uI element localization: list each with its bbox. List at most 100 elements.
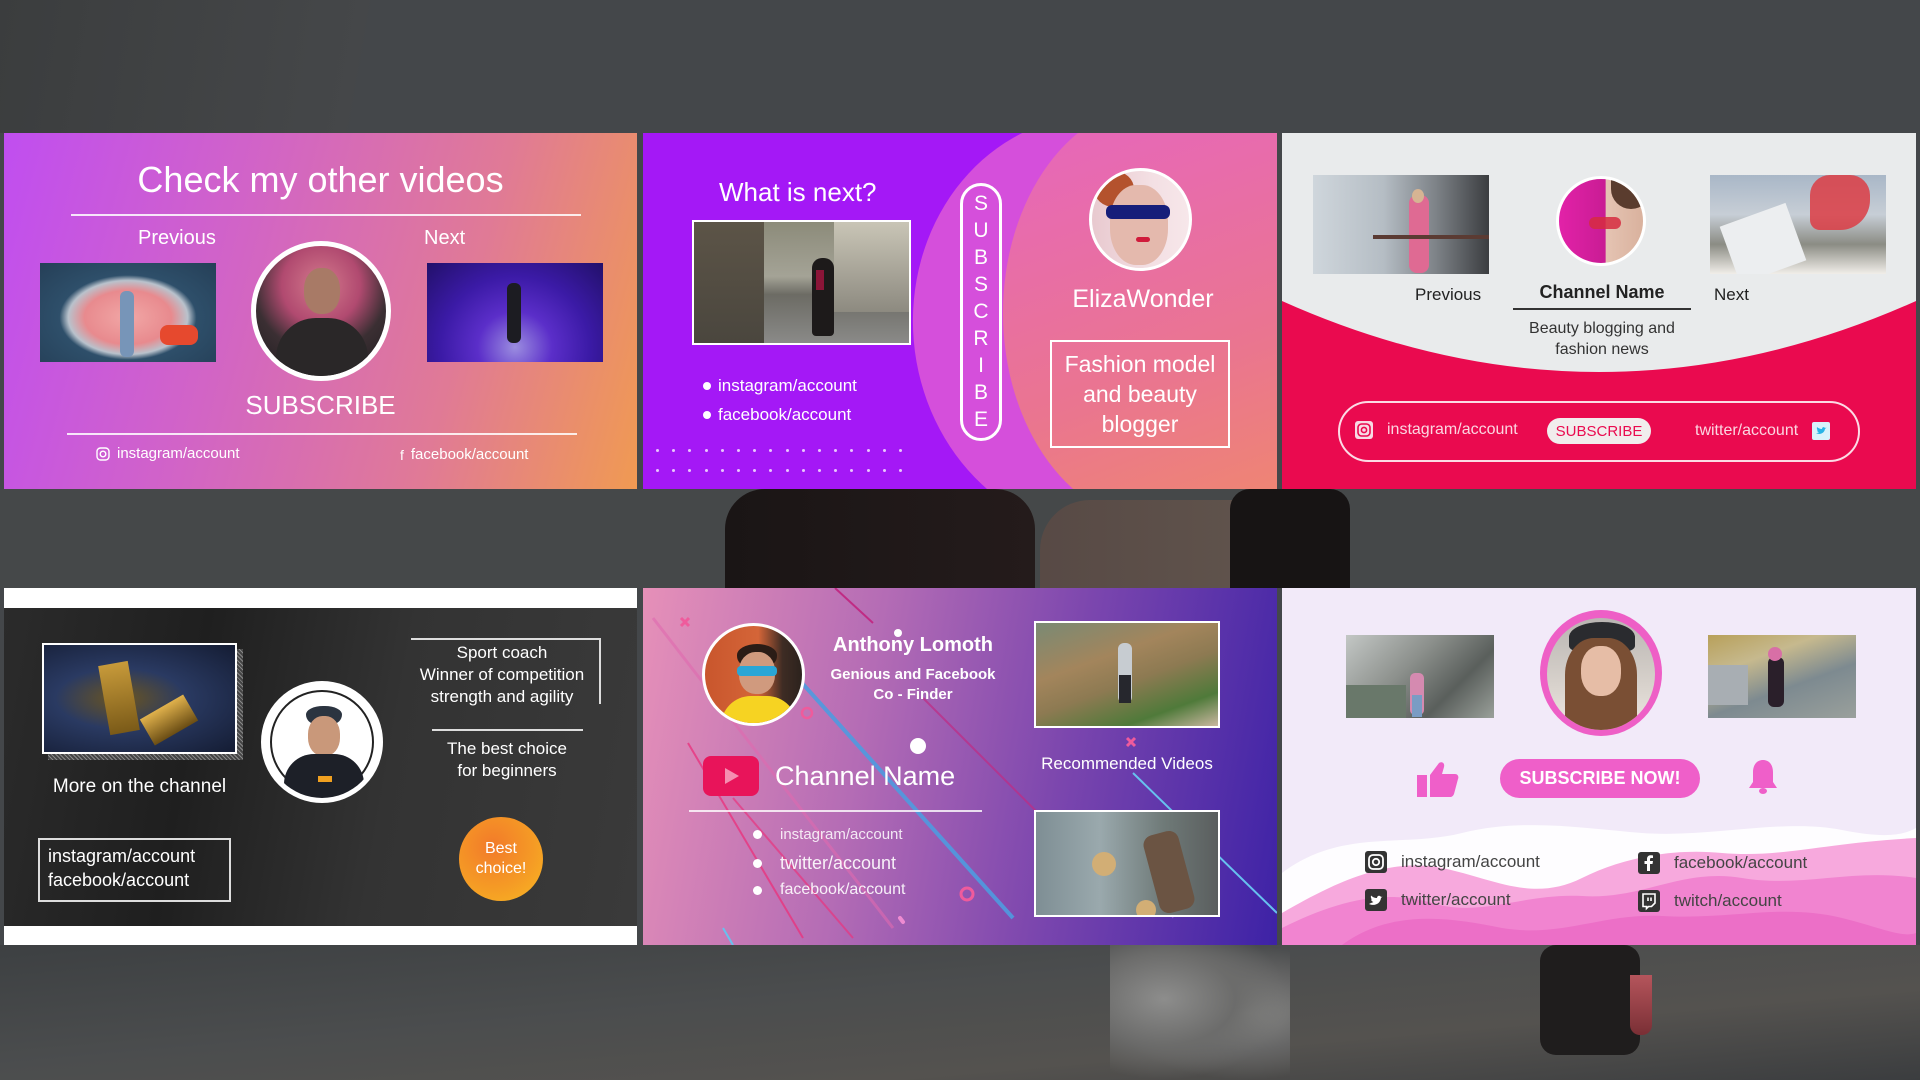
bottom-divider	[67, 433, 577, 435]
next-video-thumbnail[interactable]	[1710, 175, 1886, 274]
subscribe-button[interactable]: SUBSCRIBE	[4, 390, 637, 421]
facebook-icon	[1638, 852, 1660, 874]
link-facebook[interactable]: facebook/account	[703, 405, 851, 425]
decorative-dot	[850, 449, 854, 452]
previous-video-thumbnail[interactable]	[40, 263, 216, 362]
creator-name: ElizaWonder	[1072, 285, 1214, 313]
facebook-link[interactable]: facebook/account	[1638, 852, 1807, 874]
decorative-dot	[753, 469, 757, 472]
channel-avatar[interactable]	[1556, 176, 1646, 266]
instagram-icon	[1355, 421, 1373, 439]
endscreen-template-2[interactable]: What is next? instagram/account facebook…	[643, 133, 1277, 489]
decorative-dot	[688, 449, 692, 452]
next-video-thumbnail[interactable]	[427, 263, 603, 362]
title-divider	[71, 214, 581, 216]
decorative-dot	[834, 449, 838, 452]
decorative-dot	[769, 469, 773, 472]
decorative-dot	[785, 469, 789, 472]
background-shade	[0, 0, 500, 133]
subscribe-now-button[interactable]: SUBSCRIBE NOW!	[1500, 759, 1700, 798]
background-person-dark	[725, 489, 1035, 588]
decorative-dot	[899, 449, 902, 452]
previous-video-thumbnail[interactable]	[1346, 635, 1494, 718]
endscreen-template-1[interactable]: Check my other videos Previous Next SUBS…	[4, 133, 637, 489]
next-label[interactable]: Next	[1714, 285, 1749, 305]
decorative-dot	[801, 469, 805, 472]
recommended-video-1[interactable]	[1034, 621, 1220, 728]
decorative-dot	[866, 469, 870, 472]
decorative-dot	[753, 449, 757, 452]
decorative-dot	[785, 449, 789, 452]
recommended-video-2[interactable]	[1034, 810, 1220, 917]
next-video-thumbnail[interactable]	[692, 220, 911, 345]
instagram-icon	[96, 446, 110, 461]
decorative-dot	[672, 449, 676, 452]
social-links-box: instagram/account facebook/account	[38, 838, 231, 902]
coach-avatar[interactable]	[261, 681, 383, 803]
panel-title: Check my other videos	[137, 159, 504, 200]
vertical-subscribe-button[interactable]: S U B S C R I B E	[960, 183, 1002, 441]
next-heading: What is next?	[719, 177, 877, 207]
twitter-link[interactable]: twitter/account	[1365, 889, 1511, 911]
background-camera	[1540, 945, 1640, 1055]
decorative-dot	[656, 469, 659, 472]
channel-video-thumbnail[interactable]	[42, 643, 237, 754]
decorative-dot	[737, 449, 740, 452]
creator-avatar[interactable]	[1547, 618, 1655, 730]
facebook-link[interactable]: facebook/account	[48, 868, 221, 892]
channel-link[interactable]: Channel Name	[703, 756, 955, 796]
background-person-shadow	[1230, 489, 1350, 588]
decorative-dot	[704, 449, 708, 452]
facebook-link[interactable]: f facebook/account	[400, 446, 528, 463]
instagram-link[interactable]: instagram/account	[96, 445, 240, 462]
person-avatar[interactable]	[702, 623, 805, 726]
best-choice-text: The best choice for beginners	[446, 739, 567, 780]
previous-video-thumbnail[interactable]	[1313, 175, 1489, 274]
more-on-channel-label[interactable]: More on the channel	[42, 776, 237, 798]
twitch-icon	[1638, 890, 1660, 912]
decorative-dot	[882, 449, 886, 452]
channel-name-underline	[1513, 308, 1691, 310]
decorative-dot	[882, 469, 886, 472]
twitch-link[interactable]: twitch/account	[1638, 890, 1782, 912]
instagram-icon	[1365, 851, 1387, 873]
bio-divider	[432, 729, 583, 731]
decorative-dot	[801, 449, 805, 452]
facebook-icon: f	[400, 446, 404, 463]
endscreen-template-4[interactable]: More on the channel Sport coach Winner o…	[4, 588, 637, 945]
endscreen-template-3[interactable]: Previous Channel Name Next Beauty bloggi…	[1282, 133, 1916, 489]
instagram-link[interactable]: instagram/account	[1355, 421, 1518, 439]
like-icon[interactable]	[1417, 761, 1459, 797]
notification-bell-icon[interactable]	[1748, 758, 1778, 796]
recommended-videos-label: Recommended Videos	[1041, 754, 1213, 773]
best-choice-badge: Best choice!	[459, 817, 543, 901]
twitter-icon	[1365, 889, 1387, 911]
background-wine-glass	[1630, 975, 1652, 1035]
decorative-dot	[818, 449, 821, 452]
link-twitter[interactable]: twitter/account	[753, 853, 896, 874]
instagram-link[interactable]: instagram/account	[1365, 851, 1540, 873]
instagram-link[interactable]: instagram/account	[48, 844, 221, 868]
channel-avatar[interactable]	[251, 241, 391, 381]
link-instagram[interactable]: instagram/account	[703, 376, 857, 396]
creator-avatar[interactable]	[1089, 168, 1192, 271]
decorative-dot	[720, 469, 724, 472]
previous-label[interactable]: Previous	[1415, 285, 1481, 305]
bio-top-border	[411, 638, 601, 640]
endscreen-template-5[interactable]: Anthony Lomoth Genious and Facebook Co -…	[643, 588, 1277, 945]
person-name: Anthony Lomoth	[833, 634, 993, 656]
link-facebook[interactable]: facebook/account	[753, 881, 905, 899]
next-label: Next	[424, 227, 466, 249]
twitter-link[interactable]: twitter/account	[1695, 422, 1831, 440]
decorative-dot	[672, 469, 676, 472]
channel-divider	[689, 810, 982, 812]
creator-description-box: Fashion model and beauty blogger	[1050, 340, 1230, 448]
decorative-dot	[720, 449, 724, 452]
twitter-icon	[1812, 422, 1831, 440]
next-video-thumbnail[interactable]	[1708, 635, 1856, 718]
bio-right-border	[599, 638, 601, 704]
link-instagram[interactable]: instagram/account	[753, 826, 903, 843]
subscribe-button[interactable]: SUBSCRIBE	[1547, 418, 1651, 444]
endscreen-template-6[interactable]: SUBSCRIBE NOW! instagram/account faceboo…	[1282, 588, 1916, 945]
decorative-dot	[834, 469, 838, 472]
